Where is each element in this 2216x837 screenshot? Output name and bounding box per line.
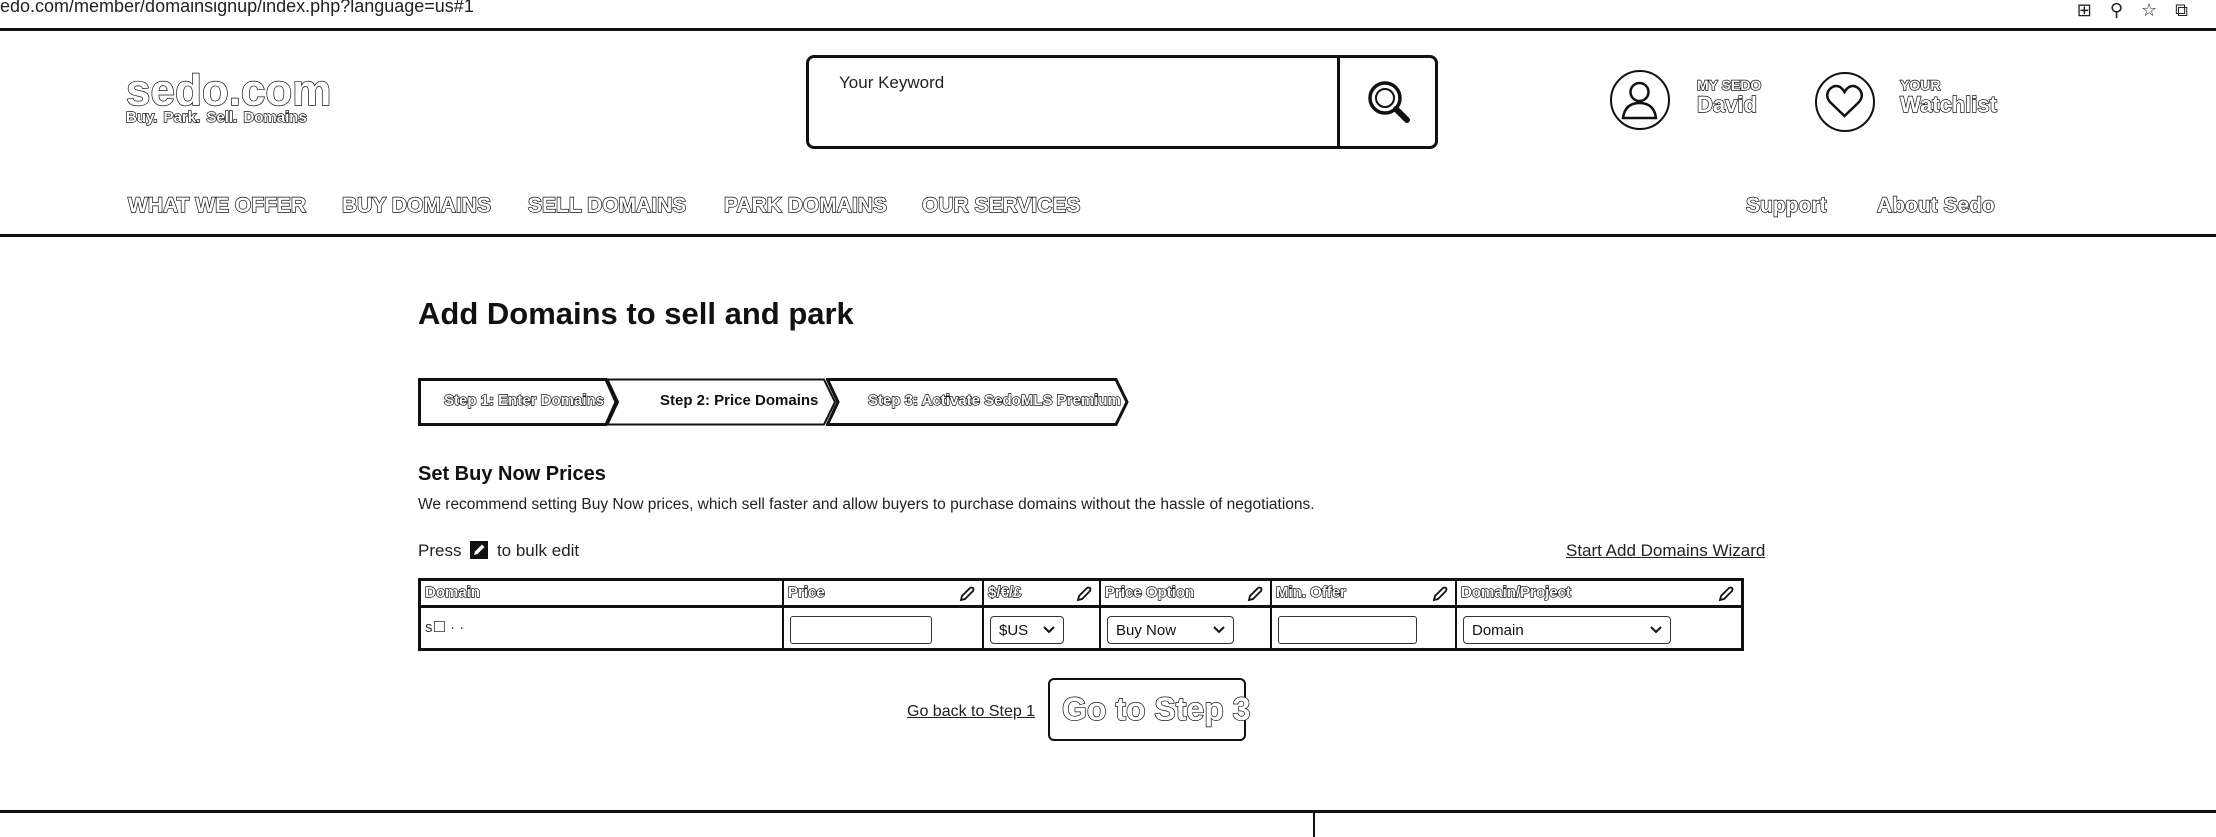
address-bar-url[interactable]: edo.com/member/domainsignup/index.php?la… [0,0,474,17]
min-offer-edit-icon[interactable] [1431,585,1449,603]
watchlist-label: Watchlist [1899,91,1997,117]
address-bar[interactable]: edo.com/member/domainsignup/index.php?la… [0,0,2216,31]
table-row-price-option-cell: Buy Now [1101,608,1272,648]
go-back-step-1-link[interactable]: Go back to Step 1 [907,703,1035,721]
column-header-domain-label: Domain [424,583,481,601]
step-3-label: Step 3: Activate SedoMLS Premium [867,391,1121,409]
search-input[interactable]: Your Keyword [839,73,944,93]
column-header-domain-project: Domain/Project [1457,581,1741,608]
domain-name: s☐ · · [425,619,465,636]
column-header-price-option: Price Option [1101,581,1272,608]
price-option-edit-icon[interactable] [1246,585,1264,603]
step-1-tab[interactable]: Step 1: Enter Domains [418,378,618,426]
nav-support[interactable]: Support [1745,193,1827,218]
go-to-step-3-label: Go to Step 3 [1061,690,1251,727]
step-3-tab[interactable]: Step 3: Activate SedoMLS Premium [826,378,1130,426]
press-prefix: Press [418,541,462,560]
my-sedo-username: David [1696,91,1757,117]
table-row-price-cell [784,608,984,648]
logo-tagline: Buy. Park. Sell. Domains [125,109,307,126]
watchlist-top-label: YOUR [1899,77,1941,93]
browser-toolbar-icons[interactable]: ⊞⚲☆⧉ [2077,0,2206,21]
currency-edit-icon[interactable] [1075,585,1093,603]
min-offer-input[interactable] [1278,616,1417,644]
sedo-logo[interactable]: sedo.com Buy. Park. Sell. Domains [125,66,332,126]
price-option-select[interactable]: Buy Now [1107,616,1234,644]
nav-our-services[interactable]: OUR SERVICES [921,193,1081,218]
column-header-currency: $/€/£ [984,581,1101,608]
search-button[interactable] [1337,55,1435,149]
table-row-min-offer-cell [1272,608,1457,648]
nav-about-sedo[interactable]: About Sedo [1876,193,1995,218]
page-title: Add Domains to sell and park [418,296,854,331]
nav-what-we-offer[interactable]: WHAT WE OFFER [127,193,306,218]
section-description: We recommend setting Buy Now prices, whi… [418,496,1315,513]
column-header-min-offer: Min. Offer [1272,581,1457,608]
nav-buy-domains[interactable]: BUY DOMAINS [341,193,491,218]
press-suffix: to bulk edit [496,541,580,560]
price-input[interactable] [790,616,932,644]
currency-select-value: $US [999,622,1029,639]
table-row-currency-cell: $US [984,608,1101,648]
my-sedo-link[interactable]: MY SEDO David [1696,77,1762,118]
search-icon [1368,81,1410,123]
column-header-price-label: Price [787,583,825,601]
main-nav: WHAT WE OFFER BUY DOMAINS SELL DOMAINS P… [0,190,2216,237]
domain-project-select-value: Domain [1472,622,1524,639]
section-title: Set Buy Now Prices [418,463,606,485]
domains-table: Domain Price $/€/£ Price Option Min. Off… [418,578,1744,651]
step-2-label: Step 2: Price Domains [660,392,819,409]
user-avatar-icon[interactable] [1610,70,1670,130]
column-header-min-offer-label: Min. Offer [1275,583,1346,601]
table-row-domain-project-cell: Domain [1457,608,1741,648]
column-header-currency-label: $/€/£ [987,583,1022,601]
start-wizard-link[interactable]: Start Add Domains Wizard [1566,541,1765,561]
my-sedo-label: MY SEDO [1696,77,1762,93]
footer-column-divider [1313,813,1315,837]
step-1-label: Step 1: Enter Domains [443,391,605,409]
domain-project-select[interactable]: Domain [1463,616,1671,644]
nav-sell-domains[interactable]: SELL DOMAINS [527,193,687,218]
go-to-step-3-button[interactable]: Go to Step 3 [1048,678,1251,741]
bulk-edit-hint: Press to bulk edit [418,541,579,561]
chevron-down-icon [1650,626,1662,634]
step-2-tab[interactable]: Step 2: Price Domains [606,378,838,426]
pencil-icon [470,541,489,559]
price-option-select-value: Buy Now [1116,622,1177,639]
column-header-domain: Domain [421,581,784,608]
search-box[interactable]: Your Keyword [806,55,1438,149]
watchlist-link[interactable]: YOUR Watchlist [1899,77,1997,118]
domain-project-edit-icon[interactable] [1717,585,1735,603]
chevron-down-icon [1043,626,1055,634]
currency-select[interactable]: $US [990,616,1064,644]
heart-icon[interactable] [1815,72,1875,132]
price-edit-icon[interactable] [958,585,976,603]
column-header-price-option-label: Price Option [1104,583,1195,601]
table-row-domain-cell: s☐ · · [421,608,784,648]
logo-wordmark: sedo.com [125,66,332,115]
footer-divider [0,810,2216,813]
column-header-price: Price [784,581,984,608]
nav-park-domains[interactable]: PARK DOMAINS [723,193,887,218]
chevron-down-icon [1213,626,1225,634]
column-header-domain-project-label: Domain/Project [1460,583,1572,601]
